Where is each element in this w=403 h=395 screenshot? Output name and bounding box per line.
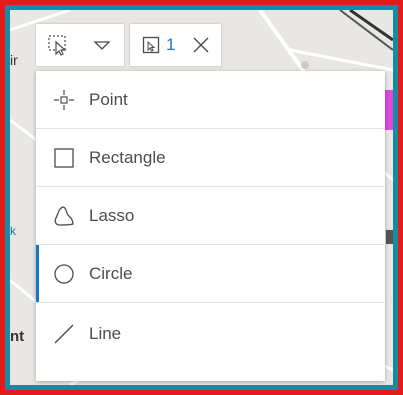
clear-selection-button[interactable]: [181, 24, 221, 66]
selection-count-number: 1: [166, 35, 176, 54]
menu-item-rectangle[interactable]: Rectangle: [36, 129, 385, 187]
menu-item-point[interactable]: Point: [36, 71, 385, 129]
menu-item-label: Line: [89, 324, 122, 343]
select-tool-group: [36, 24, 124, 66]
select-tool-button[interactable]: [36, 24, 80, 66]
menu-item-label: Rectangle: [89, 147, 166, 167]
selection-box-icon: [142, 36, 160, 54]
point-icon: [54, 89, 74, 110]
rectangle-icon: [54, 147, 74, 168]
select-mode-dropdown-button[interactable]: [80, 24, 124, 66]
menu-item-line[interactable]: Line: [36, 303, 385, 365]
menu-item-label: Point: [89, 89, 128, 109]
selection-count-group: 1: [130, 24, 222, 66]
menu-item-circle[interactable]: Circle: [36, 245, 385, 303]
menu-item-label: Lasso: [89, 205, 135, 225]
menu-item-lasso[interactable]: Lasso: [36, 187, 385, 245]
map-label: nt: [10, 328, 25, 345]
menu-item-label: Circle: [89, 263, 133, 283]
map-label: ir: [10, 52, 18, 68]
cursor-select-icon: [48, 35, 67, 56]
close-icon: [193, 37, 209, 53]
chevron-down-icon: [93, 41, 111, 50]
circle-icon: [54, 263, 74, 284]
lasso-icon: [54, 205, 74, 226]
selection-toolbar: 1: [36, 24, 276, 66]
select-mode-menu: Point Rectangle Lasso Circle Line: [36, 71, 385, 381]
line-icon: [54, 324, 74, 344]
selection-count[interactable]: 1: [130, 35, 181, 55]
map-label: k: [10, 224, 16, 238]
